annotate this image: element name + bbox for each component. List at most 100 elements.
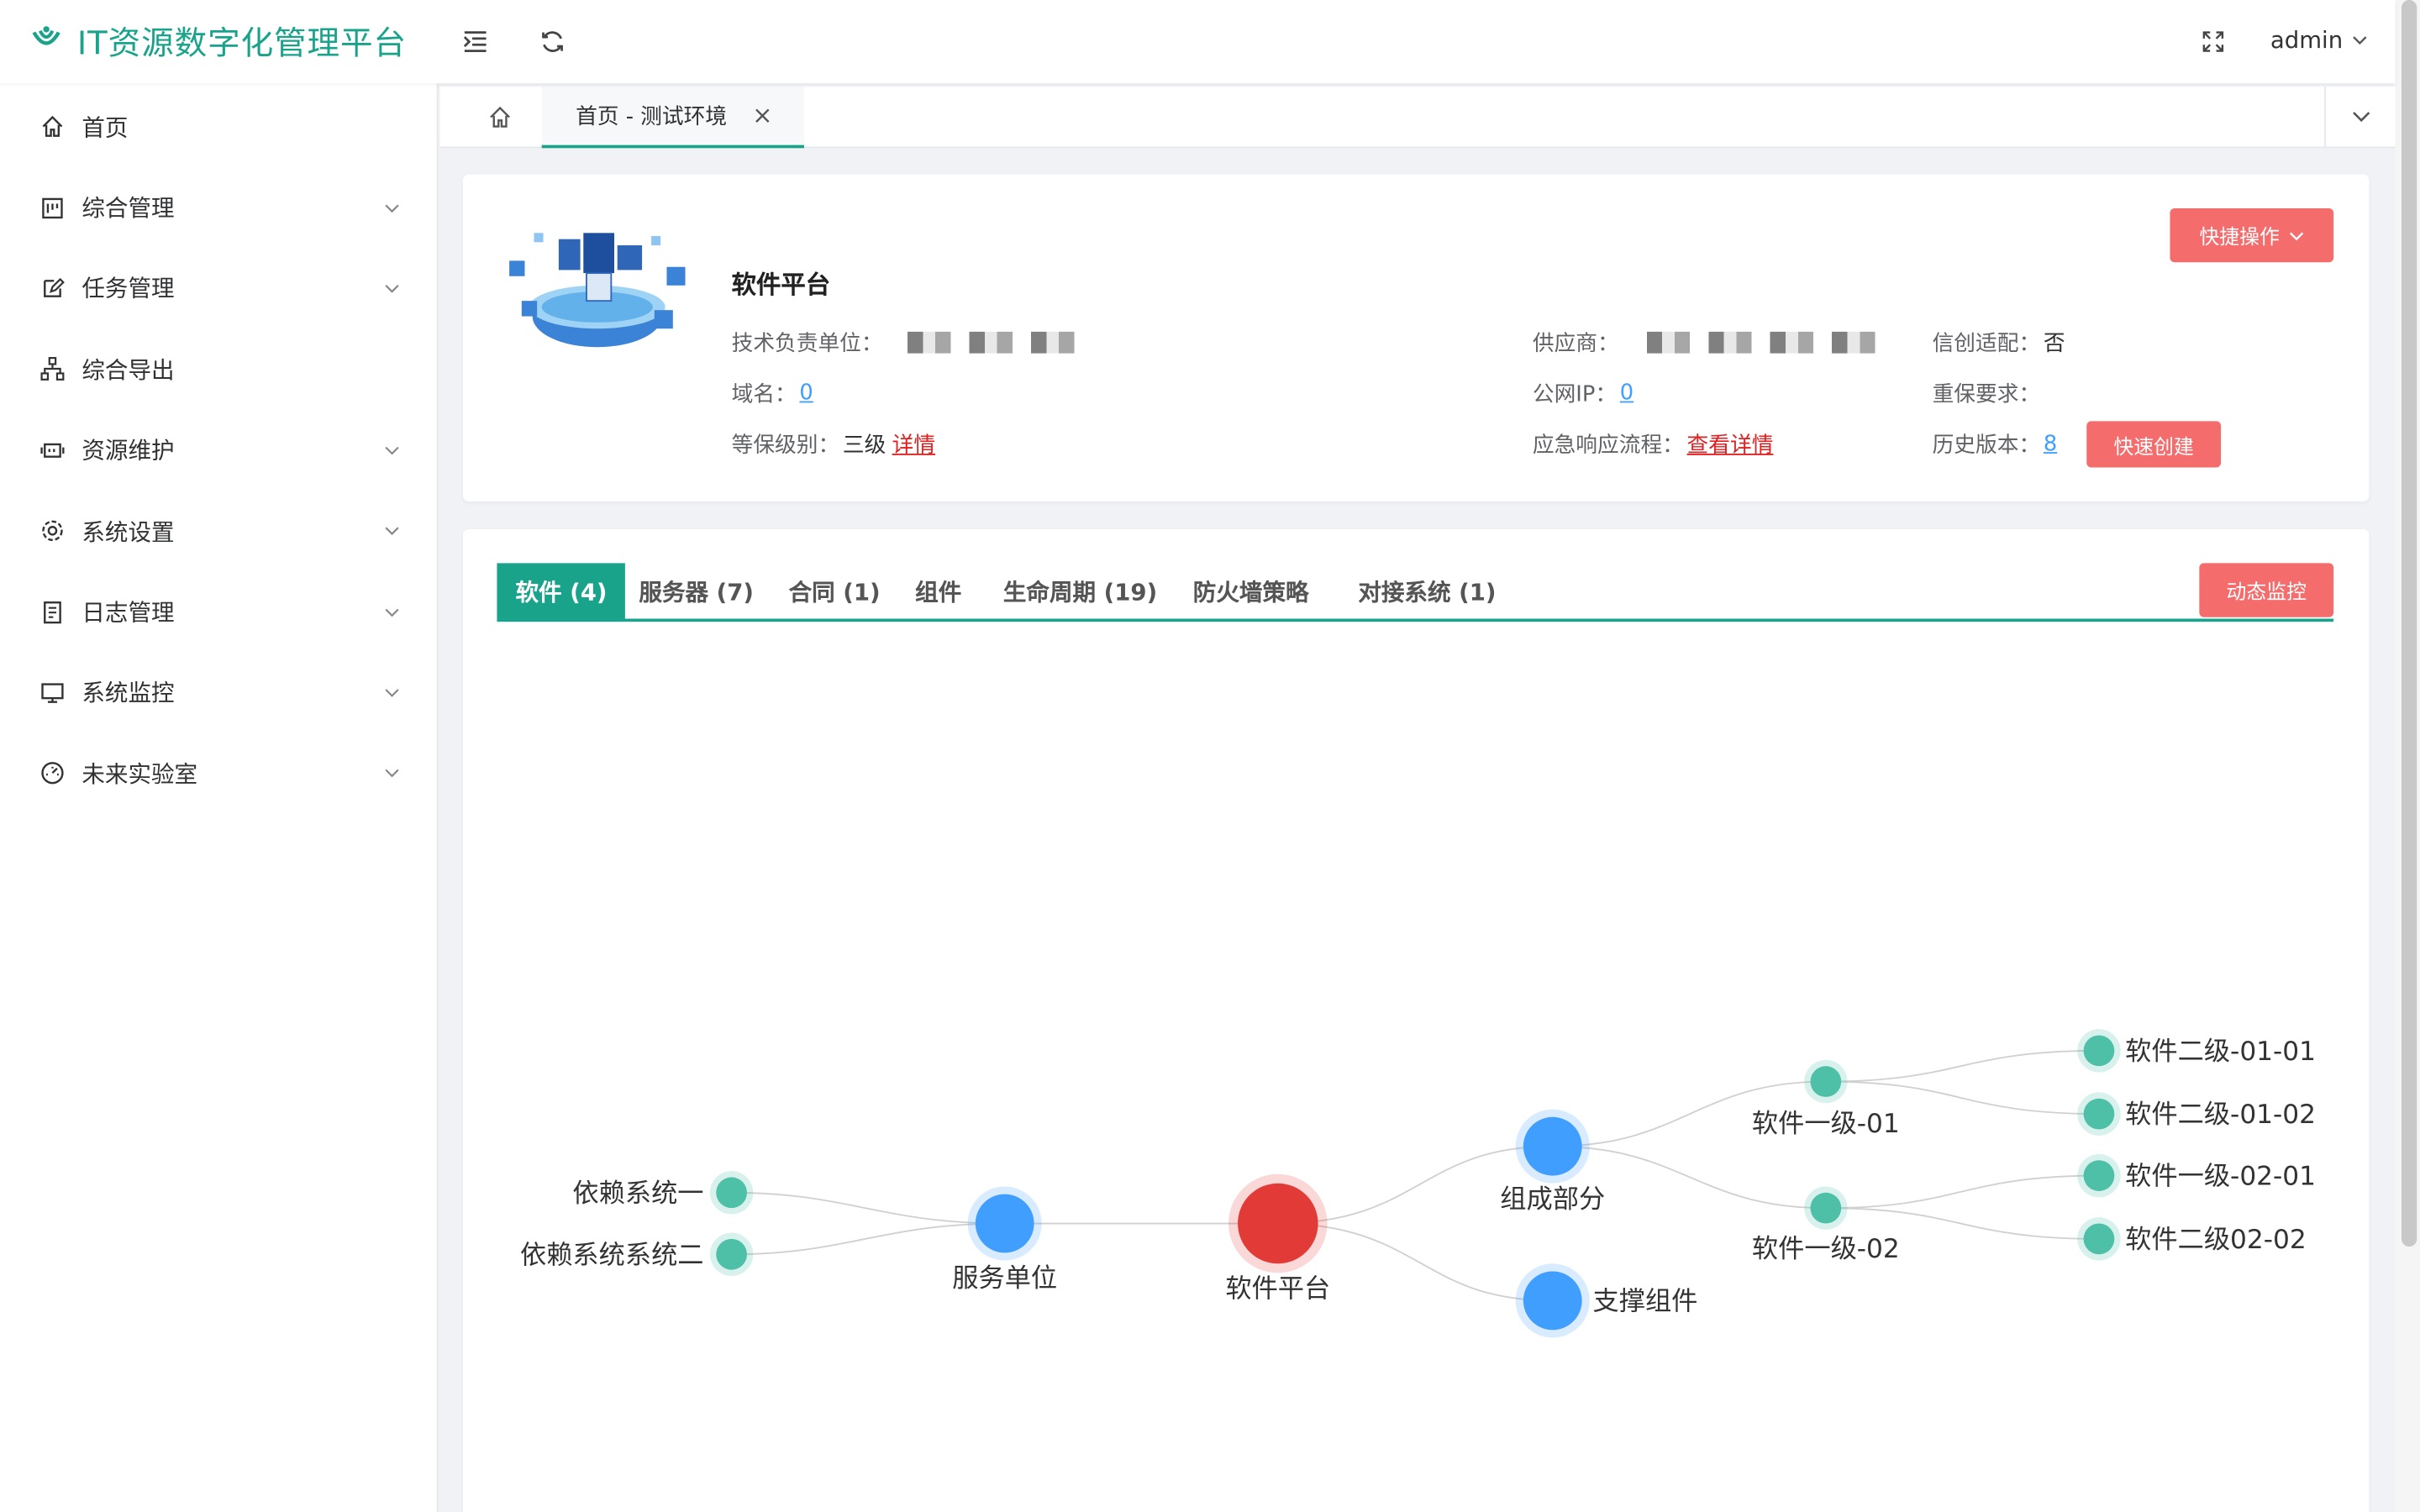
system-info-card: 软件平台 快捷操作 技术负责单位： 域名： 0 等保级别： 三级 详情 供应商：… (463, 174, 2370, 501)
level-field: 等保级别： 三级 详情 (732, 429, 935, 460)
sidebar-item-label: 任务管理 (82, 275, 175, 303)
label-support: 支撑组件 (1593, 1286, 1698, 1316)
monitor-icon (40, 680, 65, 705)
tab-label: 首页 - 测试环境 (576, 104, 728, 130)
sidebar-item-system-monitor[interactable]: 系统监控 (0, 652, 437, 732)
quick-create-button[interactable]: 快速创建 (2086, 421, 2222, 468)
sidebar-item-task-mgmt[interactable]: 任务管理 (0, 248, 437, 328)
close-icon[interactable] (755, 108, 770, 123)
history-field: 历史版本： 8 (1933, 429, 2058, 460)
xinchuang-value: 否 (2043, 331, 2065, 357)
xinchuang-label: 信创适配： (1932, 331, 2041, 357)
gauge-icon (40, 761, 65, 785)
sidebar-item-log-mgmt[interactable]: 日志管理 (0, 571, 437, 652)
emergency-field: 应急响应流程： 查看详情 (1533, 429, 1774, 460)
system-illustration (509, 233, 686, 348)
page-scrollbar-track[interactable] (2395, 0, 2420, 1512)
sidebar-item-label: 系统监控 (82, 679, 175, 707)
chevron-down-icon (2352, 112, 2370, 123)
chevron-down-icon (385, 607, 399, 617)
supplier-label: 供应商： (1532, 331, 1619, 357)
sidebar-item-system-settings[interactable]: 系统设置 (0, 491, 437, 571)
public-ip-field: 公网IP： 0 (1533, 378, 1634, 409)
gear-icon (40, 518, 65, 543)
supplier-value-redacted (1646, 331, 1881, 354)
label-l1-02: 软件一级-02 (1752, 1234, 1900, 1264)
level-detail-link[interactable]: 详情 (892, 429, 935, 460)
xinchuang-field: 信创适配： 否 (1933, 327, 2065, 358)
emergency-label: 应急响应流程： (1532, 433, 1684, 459)
quick-ops-label: 快捷操作 (2199, 226, 2280, 250)
sidebar: 首页综合管理任务管理综合导出资源维护系统设置日志管理系统监控未来实验室 (0, 83, 439, 1512)
chevron-down-icon (385, 446, 399, 455)
label-l2-0101: 软件二级-01-01 (2125, 1037, 2316, 1067)
relation-graph: 依赖系统一 依赖系统系统二 服务单位 软件平台 组成部分 支撑组件 软件一级-0… (520, 1029, 2316, 1338)
relations-card: 软件 (4) 服务器 (7) 合同 (1) 组件 生命周期 (19) 防火墙策略… (463, 528, 2370, 1512)
refresh-icon[interactable] (537, 26, 568, 57)
quick-create-label: 快速创建 (2113, 435, 2194, 459)
page-scrollbar-thumb[interactable] (2401, 0, 2417, 1247)
top-header: IT资源数字化管理平台 admin (0, 0, 2396, 84)
label-l2-0201: 软件一级-02-01 (2125, 1162, 2316, 1192)
sidebar-item-label: 系统设置 (82, 517, 175, 546)
emergency-detail-link[interactable]: 查看详情 (1687, 429, 1774, 460)
label-l2-0202: 软件二级02-02 (2125, 1225, 2307, 1255)
protect-label: 重保要求： (1932, 382, 2041, 407)
app-title: IT资源数字化管理平台 (76, 24, 408, 62)
tech-unit-label: 技术负责单位： (731, 331, 883, 357)
user-name: admin (2270, 26, 2344, 55)
tech-unit-field: 技术负责单位： (732, 327, 1093, 358)
sidebar-item-resource-maint[interactable]: 资源维护 (0, 410, 437, 491)
app-logo[interactable]: IT资源数字化管理平台 (28, 18, 407, 65)
sidebar-item-general-mgmt[interactable]: 综合管理 (0, 167, 437, 248)
tabs-bar: 首页 - 测试环境 (439, 86, 2396, 149)
level-label: 等保级别： (731, 433, 840, 459)
logo-icon (32, 26, 60, 45)
chevron-down-icon (385, 769, 399, 779)
tabs-dropdown[interactable] (2324, 86, 2395, 149)
quick-ops-button[interactable]: 快捷操作 (2170, 207, 2334, 263)
label-l1-01: 软件一级-01 (1752, 1109, 1900, 1139)
supplier-field: 供应商： (1533, 327, 1881, 358)
chevron-down-icon (385, 527, 399, 536)
sidebar-item-label: 综合管理 (82, 194, 175, 223)
public-ip-link[interactable]: 0 (1620, 381, 1634, 406)
protect-field: 重保要求： (1933, 378, 2041, 409)
user-menu[interactable]: admin (2270, 26, 2368, 54)
home-icon (490, 106, 510, 128)
level-value: 三级 (842, 433, 886, 459)
label-service: 服务单位 (952, 1263, 1057, 1294)
domain-field: 域名： 0 (732, 378, 813, 409)
sidebar-item-label: 综合导出 (82, 356, 175, 385)
history-label: 历史版本： (1932, 433, 2041, 459)
chevron-down-icon (2353, 36, 2367, 45)
server-icon (40, 438, 65, 462)
document-icon (40, 600, 65, 624)
domain-label: 域名： (731, 382, 797, 407)
system-name: 软件平台 (731, 270, 831, 300)
label-compose: 组成部分 (1500, 1184, 1605, 1215)
label-dep1: 依赖系统一 (572, 1179, 703, 1209)
domain-link[interactable]: 0 (799, 381, 813, 406)
collapse-menu-icon[interactable] (460, 26, 491, 57)
tab-home-test-env[interactable]: 首页 - 测试环境 (541, 86, 804, 149)
sidebar-item-label: 日志管理 (82, 598, 175, 627)
chevron-down-icon (385, 689, 399, 697)
label-dep2: 依赖系统系统二 (520, 1240, 704, 1270)
chevron-down-icon (2289, 231, 2304, 240)
fullscreen-icon[interactable] (2198, 26, 2229, 57)
dashboard-icon (40, 195, 65, 219)
public-ip-label: 公网IP： (1532, 382, 1618, 407)
sidebar-item-label: 首页 (82, 113, 129, 142)
chevron-down-icon (385, 284, 399, 293)
label-l2-0102: 软件二级-01-02 (2125, 1100, 2316, 1130)
sidebar-item-home[interactable]: 首页 (0, 87, 437, 167)
sidebar-item-export[interactable]: 综合导出 (0, 329, 437, 410)
home-icon (40, 114, 65, 139)
sidebar-item-label: 未来实验室 (82, 760, 198, 789)
tab-home[interactable] (459, 87, 542, 148)
sidebar-item-future-lab[interactable]: 未来实验室 (0, 733, 437, 814)
history-link[interactable]: 8 (2044, 432, 2057, 456)
sitemap-icon (40, 357, 65, 381)
edit-icon (40, 276, 65, 301)
